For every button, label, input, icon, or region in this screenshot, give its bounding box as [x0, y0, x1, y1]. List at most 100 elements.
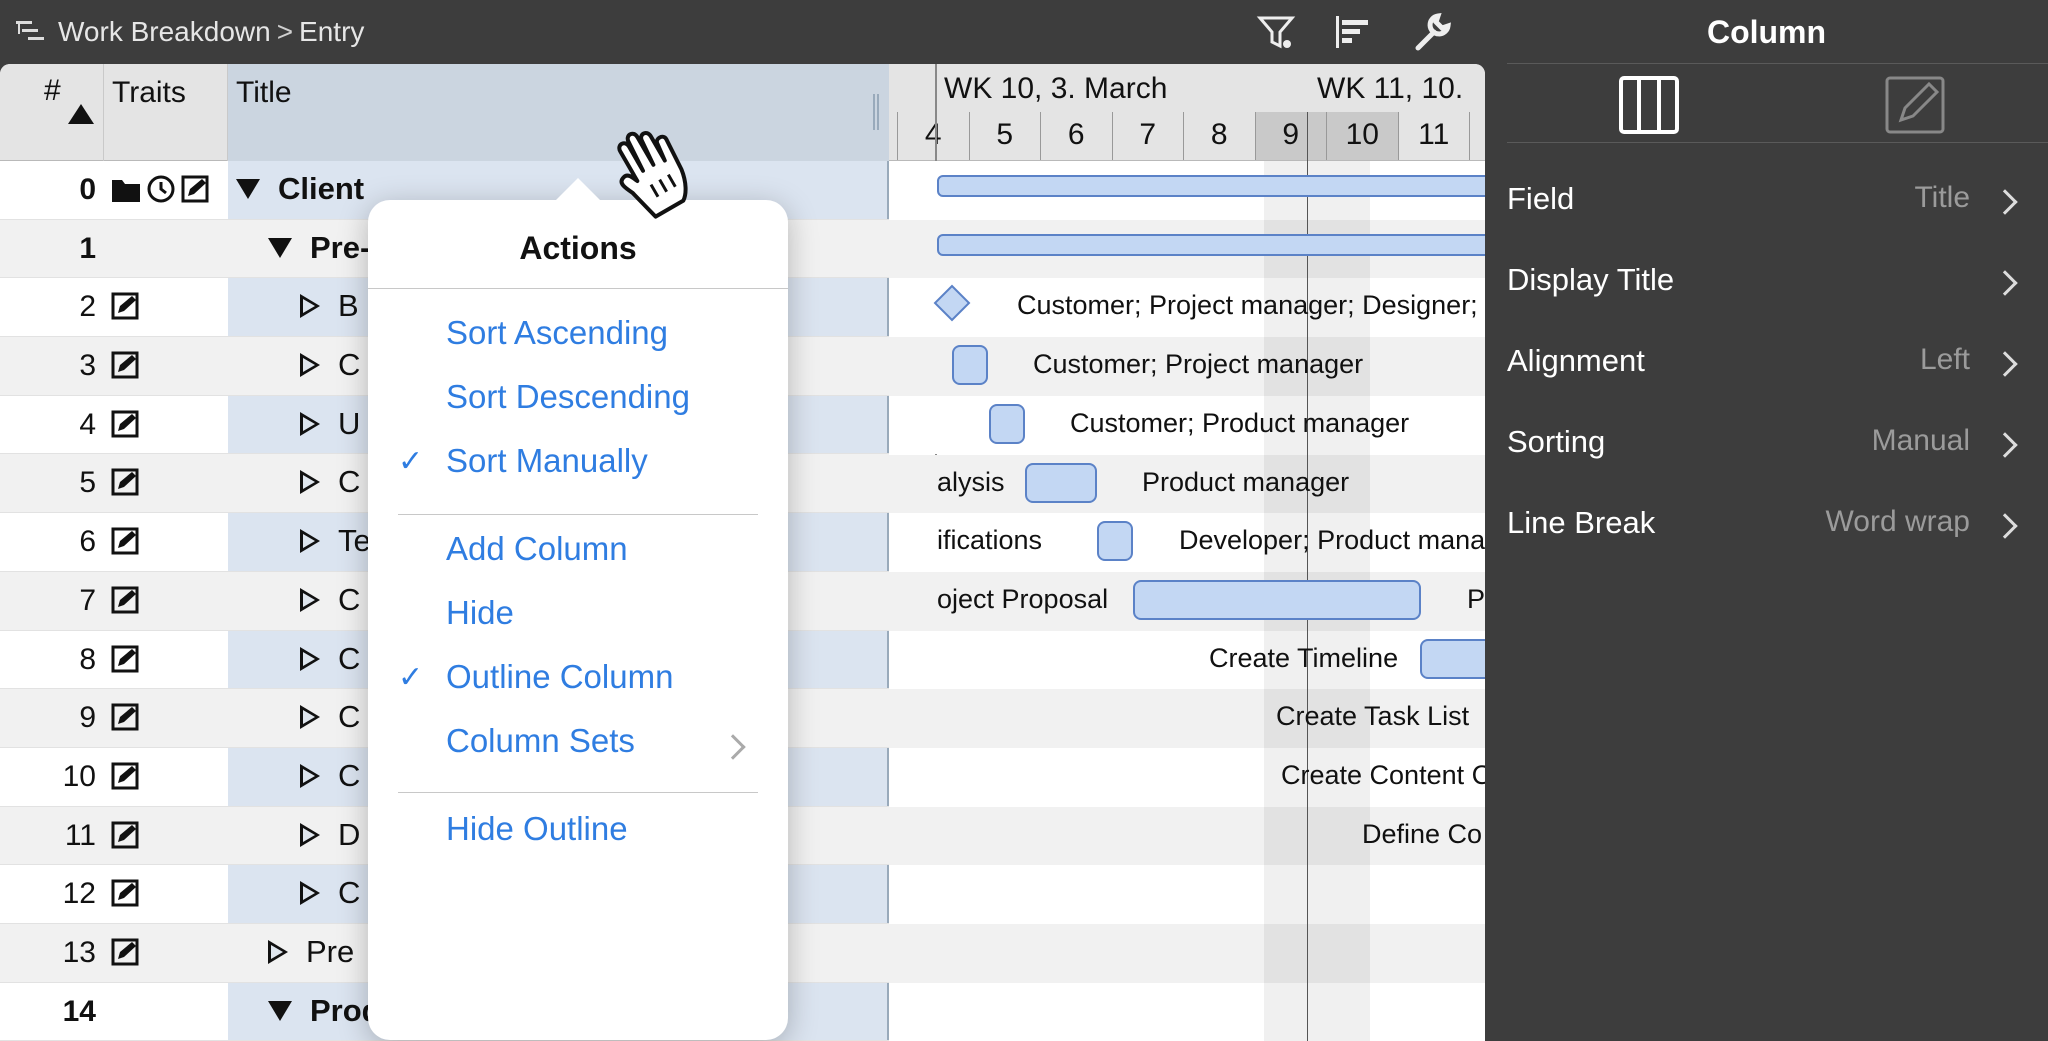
row-title[interactable]: C	[300, 758, 360, 794]
note-icon	[111, 821, 139, 849]
disclosure-collapsed-icon[interactable]	[300, 529, 320, 554]
row-traits	[110, 644, 140, 676]
clock-icon	[147, 175, 175, 203]
sort-manually-item[interactable]: Sort Manually	[446, 442, 648, 480]
row-number: 14	[62, 994, 96, 1028]
document-area: # Traits Title 0 Client 1 Pre- 2 B 3 C 4 U 5 C 6 Te 7 C…	[0, 64, 1485, 1041]
task-label: Create Timeline	[1209, 642, 1399, 673]
filter-icon[interactable]	[1254, 10, 1298, 54]
chevron-right-icon	[1992, 513, 2018, 539]
row-number: 0	[79, 173, 96, 206]
wrench-icon[interactable]	[1410, 10, 1454, 54]
divider	[398, 792, 758, 793]
hide-outline-item[interactable]: Hide Outline	[446, 810, 628, 848]
column-resize-handle[interactable]	[873, 94, 879, 130]
display-title-label: Display Title	[1507, 262, 1675, 297]
disclosure-collapsed-icon[interactable]	[268, 939, 288, 964]
gantt-layout-icon[interactable]	[1332, 10, 1376, 54]
column-header-traits[interactable]: Traits	[104, 64, 228, 161]
display-title-row[interactable]: Display Title	[1507, 244, 2048, 325]
breadcrumb-current[interactable]: Entry	[299, 16, 364, 48]
summary-bar[interactable]	[937, 233, 1485, 256]
note-icon	[111, 468, 139, 496]
row-title[interactable]: U	[300, 406, 360, 442]
alignment-row[interactable]: Alignment Left	[1507, 325, 2048, 406]
edit-icon[interactable]	[1883, 74, 1947, 136]
column-header-number-label: #	[44, 74, 61, 107]
disclosure-expanded-icon[interactable]	[236, 179, 260, 199]
disclosure-expanded-icon[interactable]	[268, 1000, 292, 1021]
row-title[interactable]: Pre	[268, 934, 354, 970]
row-title[interactable]: Client	[236, 171, 364, 207]
task-label: Define Co	[1362, 818, 1483, 849]
disclosure-collapsed-icon[interactable]	[300, 587, 320, 612]
gantt-row	[889, 982, 1485, 1041]
task-bar[interactable]	[1025, 462, 1097, 503]
week-label-1: WK 10, 3. March	[944, 72, 1168, 105]
task-bar[interactable]	[1133, 579, 1421, 620]
disclosure-collapsed-icon[interactable]	[300, 353, 320, 378]
disclosure-collapsed-icon[interactable]	[300, 470, 320, 495]
row-title-text: C	[338, 640, 361, 676]
row-number: 5	[79, 466, 96, 500]
popover-arrow	[554, 178, 602, 202]
row-title[interactable]: B	[300, 288, 359, 324]
folder-icon	[112, 180, 140, 202]
gantt-day-7: 7	[1111, 112, 1184, 160]
divider	[398, 514, 758, 515]
task-bar[interactable]	[989, 403, 1025, 444]
line-break-row[interactable]: Line Break Word wrap	[1507, 487, 2048, 568]
row-title[interactable]: C	[300, 641, 360, 677]
note-icon	[111, 586, 139, 614]
sort-descending-item[interactable]: Sort Descending	[446, 378, 690, 416]
row-number: 1	[79, 231, 96, 265]
summary-bar[interactable]	[937, 175, 1485, 197]
outline-column-item[interactable]: Outline Column	[446, 658, 673, 696]
row-number: 9	[79, 701, 96, 735]
row-title[interactable]: C	[300, 875, 360, 911]
task-bar[interactable]	[1097, 521, 1133, 562]
row-title[interactable]: C	[300, 582, 360, 618]
row-title[interactable]: C	[300, 699, 360, 735]
disclosure-expanded-icon[interactable]	[268, 237, 292, 258]
row-title-text: Te	[338, 523, 371, 559]
line-break-label: Line Break	[1507, 505, 1656, 540]
gantt-day-10: 10	[1326, 112, 1398, 160]
row-title-text: C	[338, 347, 361, 383]
disclosure-collapsed-icon[interactable]	[300, 646, 320, 671]
field-row[interactable]: Field Title	[1507, 163, 2048, 244]
disclosure-collapsed-icon[interactable]	[300, 763, 320, 788]
disclosure-collapsed-icon[interactable]	[300, 881, 320, 906]
column-sets-item[interactable]: Column Sets	[446, 722, 635, 760]
note-icon	[111, 410, 139, 438]
task-label: Developer; Product mana	[1179, 525, 1485, 556]
row-title[interactable]: D	[300, 817, 360, 853]
row-number: 3	[79, 349, 96, 383]
task-bar[interactable]	[1420, 638, 1485, 679]
column-icon[interactable]	[1617, 74, 1681, 136]
column-header-number[interactable]: #	[0, 64, 104, 161]
row-number: 8	[79, 642, 96, 676]
sorting-row[interactable]: Sorting Manual	[1507, 406, 2048, 487]
task-label: P	[1467, 583, 1485, 614]
row-title[interactable]: Te	[300, 523, 371, 559]
disclosure-collapsed-icon[interactable]	[300, 411, 320, 436]
add-column-item[interactable]: Add Column	[446, 530, 628, 568]
row-title[interactable]: Pre-	[268, 230, 370, 266]
work-breakdown-icon[interactable]	[14, 15, 48, 49]
task-label: oject Proposal	[937, 583, 1109, 614]
gantt-day-1: 1	[1469, 112, 1485, 160]
sort-ascending-item[interactable]: Sort Ascending	[446, 314, 668, 352]
row-title[interactable]: C	[300, 347, 360, 383]
hide-item[interactable]: Hide	[446, 594, 514, 632]
task-bar[interactable]	[952, 345, 988, 386]
row-traits	[110, 409, 140, 441]
field-value: Title	[1914, 181, 1970, 214]
row-title[interactable]: C	[300, 464, 360, 500]
disclosure-collapsed-icon[interactable]	[300, 822, 320, 847]
breadcrumb-root[interactable]: Work Breakdown	[58, 16, 271, 48]
disclosure-collapsed-icon[interactable]	[300, 705, 320, 730]
disclosure-collapsed-icon[interactable]	[300, 294, 320, 319]
gantt-day-6: 6	[1040, 112, 1112, 160]
column-header-title[interactable]: Title	[228, 64, 889, 161]
